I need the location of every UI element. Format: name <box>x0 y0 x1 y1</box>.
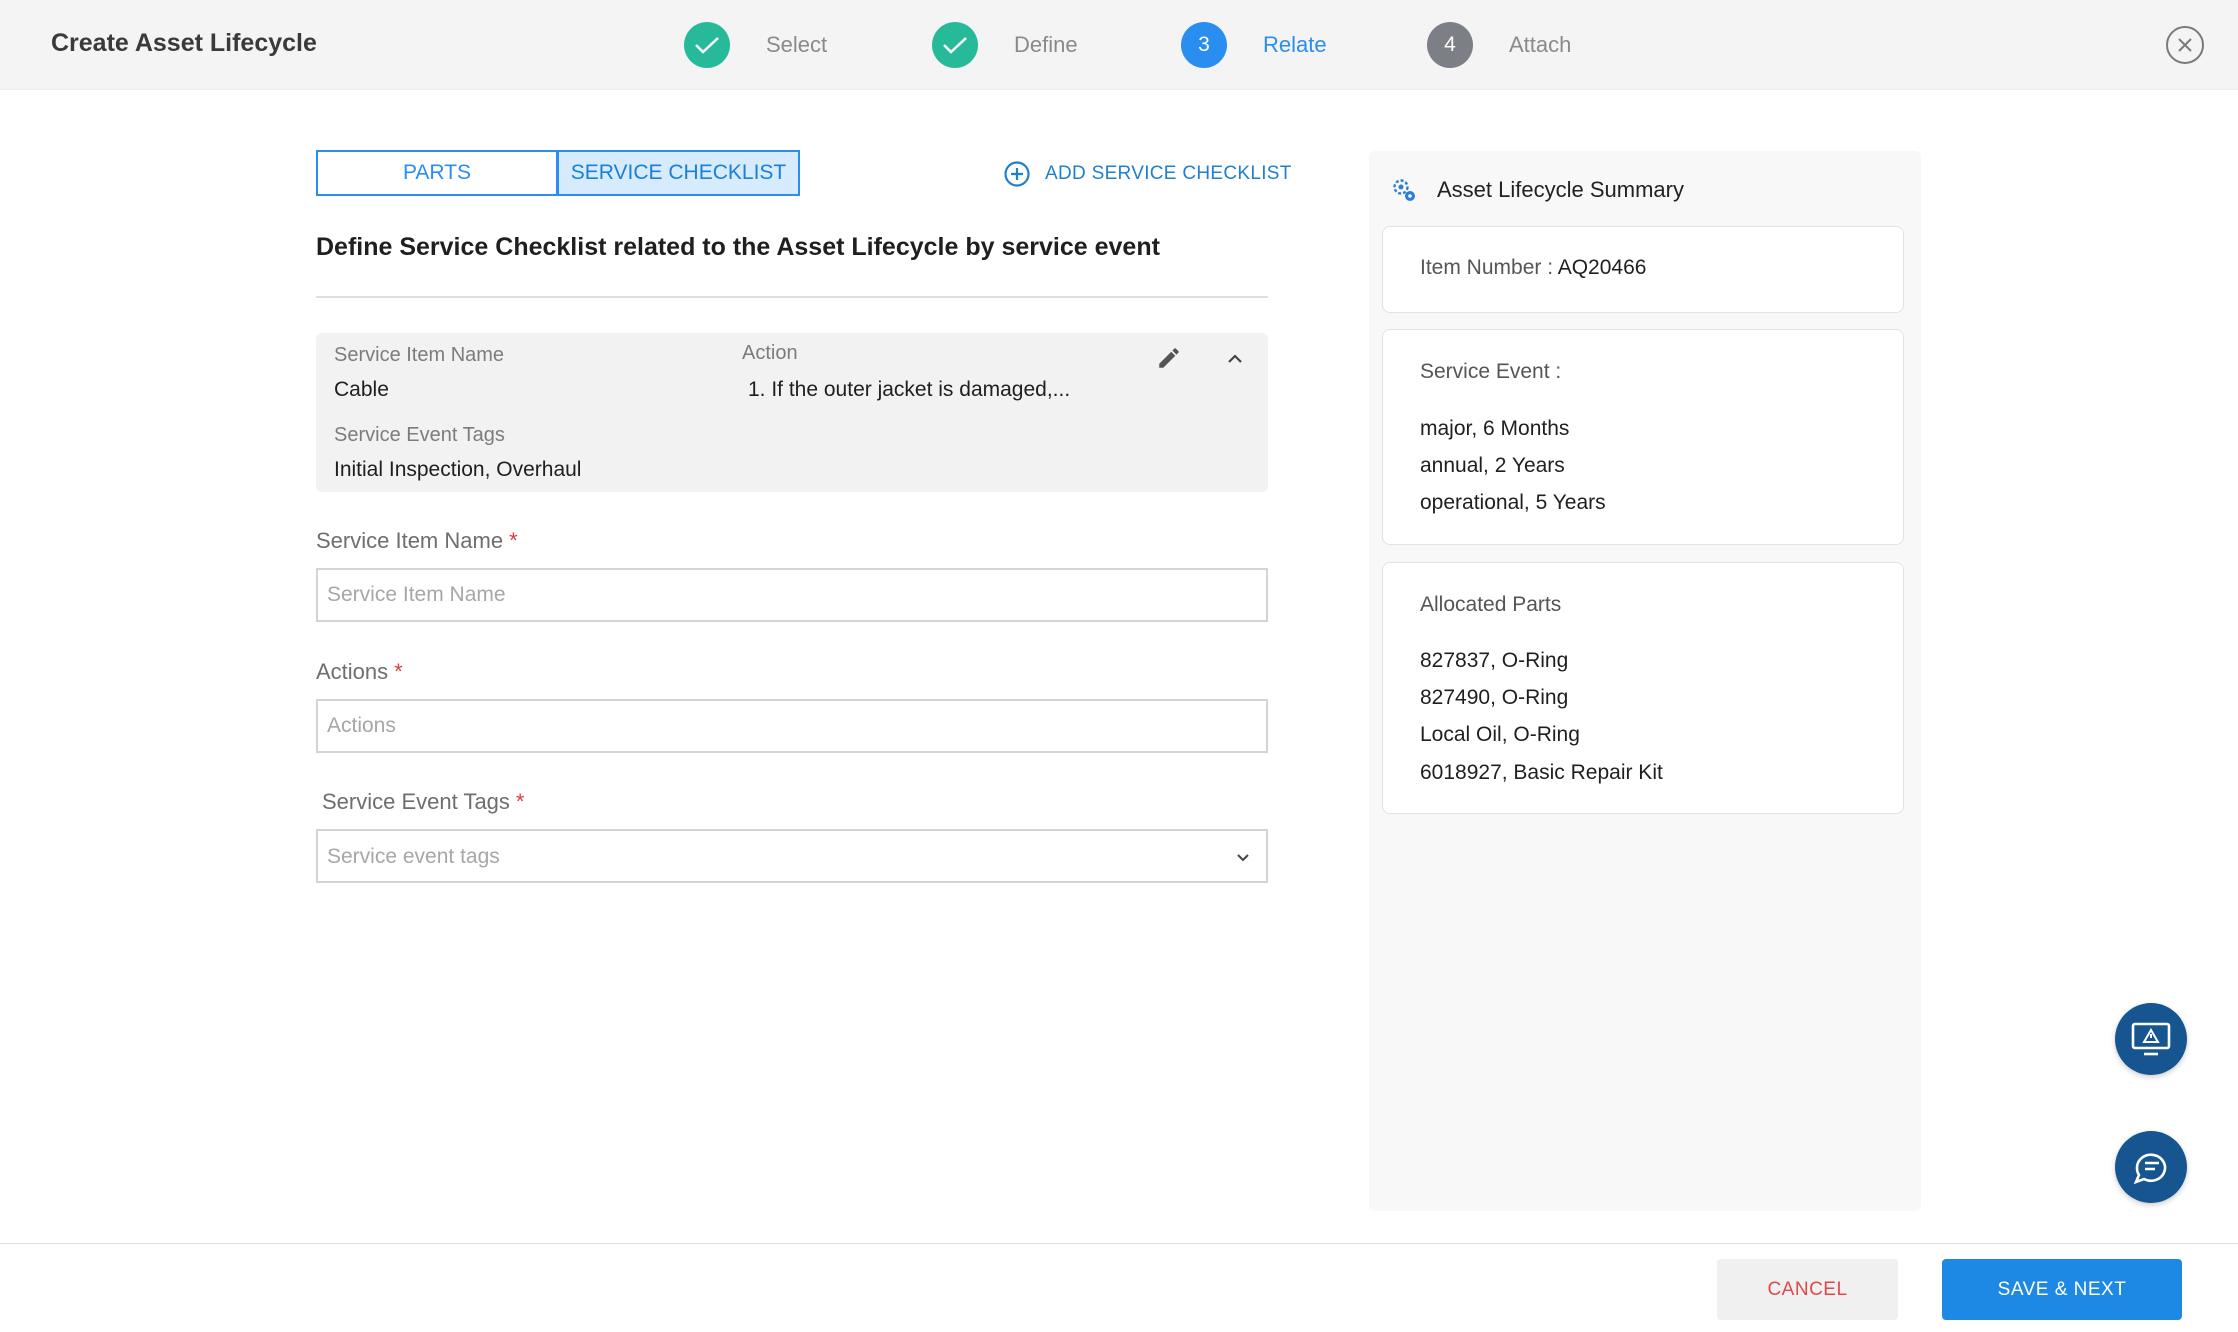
step-label-define: Define <box>1014 32 1078 57</box>
allocated-parts-box: Allocated Parts 827837, O-Ring 827490, O… <box>1382 562 1904 814</box>
divider <box>316 296 1268 298</box>
chevron-down-icon <box>1237 854 1249 862</box>
chat-button[interactable] <box>2115 1131 2187 1203</box>
plus-circle-icon <box>1004 161 1030 187</box>
field-label-text: Actions <box>316 659 389 684</box>
service-item-name-input[interactable] <box>316 568 1268 622</box>
service-event-item: major, 6 Months <box>1420 417 1570 440</box>
allocated-part-item: 827490, O-Ring <box>1420 686 1569 709</box>
step-select[interactable]: Select <box>684 22 827 68</box>
select-placeholder: Service event tags <box>327 845 500 868</box>
service-item-name-field-label: Service Item Name * <box>316 528 518 554</box>
chevron-up-icon <box>1228 354 1242 363</box>
add-service-checklist-label: ADD SERVICE CHECKLIST <box>1045 163 1292 184</box>
tab-parts[interactable]: PARTS <box>316 150 558 196</box>
page-title: Create Asset Lifecycle <box>51 29 317 57</box>
wizard-header: Create Asset Lifecycle Select Define 3 R… <box>0 0 2238 90</box>
item-number-box: Item Number : AQ20466 <box>1382 226 1904 313</box>
service-event-item: operational, 5 Years <box>1420 491 1606 514</box>
asset-lifecycle-summary-panel: Asset Lifecycle Summary Item Number : AQ… <box>1369 151 1921 1211</box>
action-value: 1. If the outer jacket is damaged,... <box>748 378 1071 401</box>
section-title: Define Service Checklist related to the … <box>316 233 1160 261</box>
step-label-attach: Attach <box>1509 32 1572 57</box>
required-marker: * <box>515 789 525 814</box>
step-define[interactable]: Define <box>932 22 1078 68</box>
allocated-part-item: Local Oil, O-Ring <box>1420 723 1580 746</box>
checklist-tabs: PARTS SERVICE CHECKLIST <box>316 150 800 196</box>
field-label-text: Service Event Tags <box>322 789 510 814</box>
required-marker: * <box>509 528 518 553</box>
monitor-alert-icon <box>2131 1022 2171 1056</box>
step-label-relate: Relate <box>1263 32 1327 57</box>
summary-title: Asset Lifecycle Summary <box>1437 177 1684 202</box>
service-event-box: Service Event : major, 6 Months annual, … <box>1382 329 1904 545</box>
service-item-name-label: Service Item Name <box>334 344 505 366</box>
close-button[interactable] <box>2166 26 2204 64</box>
edit-button[interactable] <box>1154 343 1184 373</box>
step-attach[interactable]: 4 Attach <box>1427 22 1571 68</box>
chat-icon <box>2133 1153 2167 1185</box>
item-number-label: Item Number : <box>1420 256 1558 279</box>
service-event-item: annual, 2 Years <box>1420 454 1565 477</box>
pencil-icon <box>1159 348 1179 368</box>
allocated-part-item: 827837, O-Ring <box>1420 649 1569 672</box>
action-label: Action <box>742 342 798 364</box>
service-event-tags-value: Initial Inspection, Overhaul <box>334 458 582 481</box>
field-label-text: Service Item Name <box>316 528 504 553</box>
step-relate[interactable]: 3 Relate <box>1181 22 1327 68</box>
tab-service-checklist[interactable]: SERVICE CHECKLIST <box>558 150 800 196</box>
step-number: 4 <box>1427 22 1473 68</box>
close-icon <box>2178 38 2192 52</box>
add-service-checklist-button[interactable]: ADD SERVICE CHECKLIST <box>1003 160 1292 188</box>
report-issue-button[interactable] <box>2115 1003 2187 1075</box>
step-label-select: Select <box>766 32 828 57</box>
actions-field-label: Actions * <box>316 659 403 685</box>
allocated-part-item: 6018927, Basic Repair Kit <box>1420 761 1663 784</box>
service-event-label: Service Event : <box>1420 360 1562 383</box>
check-icon <box>684 22 730 68</box>
cancel-button[interactable]: CANCEL <box>1717 1259 1898 1320</box>
actions-input[interactable] <box>316 699 1268 753</box>
gears-icon <box>1393 179 1415 201</box>
allocated-parts-label: Allocated Parts <box>1420 593 1562 616</box>
service-item-name-value: Cable <box>334 378 389 401</box>
footer-bar: CANCEL SAVE & NEXT <box>0 1243 2238 1332</box>
item-number-row: Item Number : AQ20466 <box>1420 256 1646 280</box>
service-event-tags-field-label: Service Event Tags * <box>322 789 524 815</box>
check-icon <box>932 22 978 68</box>
item-number-value: AQ20466 <box>1557 256 1647 279</box>
step-number: 3 <box>1181 22 1227 68</box>
service-event-tags-select[interactable]: Service event tags <box>316 829 1268 883</box>
required-marker: * <box>394 659 403 684</box>
save-next-button[interactable]: SAVE & NEXT <box>1942 1259 2182 1320</box>
collapse-button[interactable] <box>1221 345 1249 373</box>
summary-header: Asset Lifecycle Summary <box>1389 175 1684 205</box>
checklist-item-card: Service Item Name Cable Action 1. If the… <box>316 333 1268 492</box>
service-event-tags-label: Service Event Tags <box>334 424 505 446</box>
